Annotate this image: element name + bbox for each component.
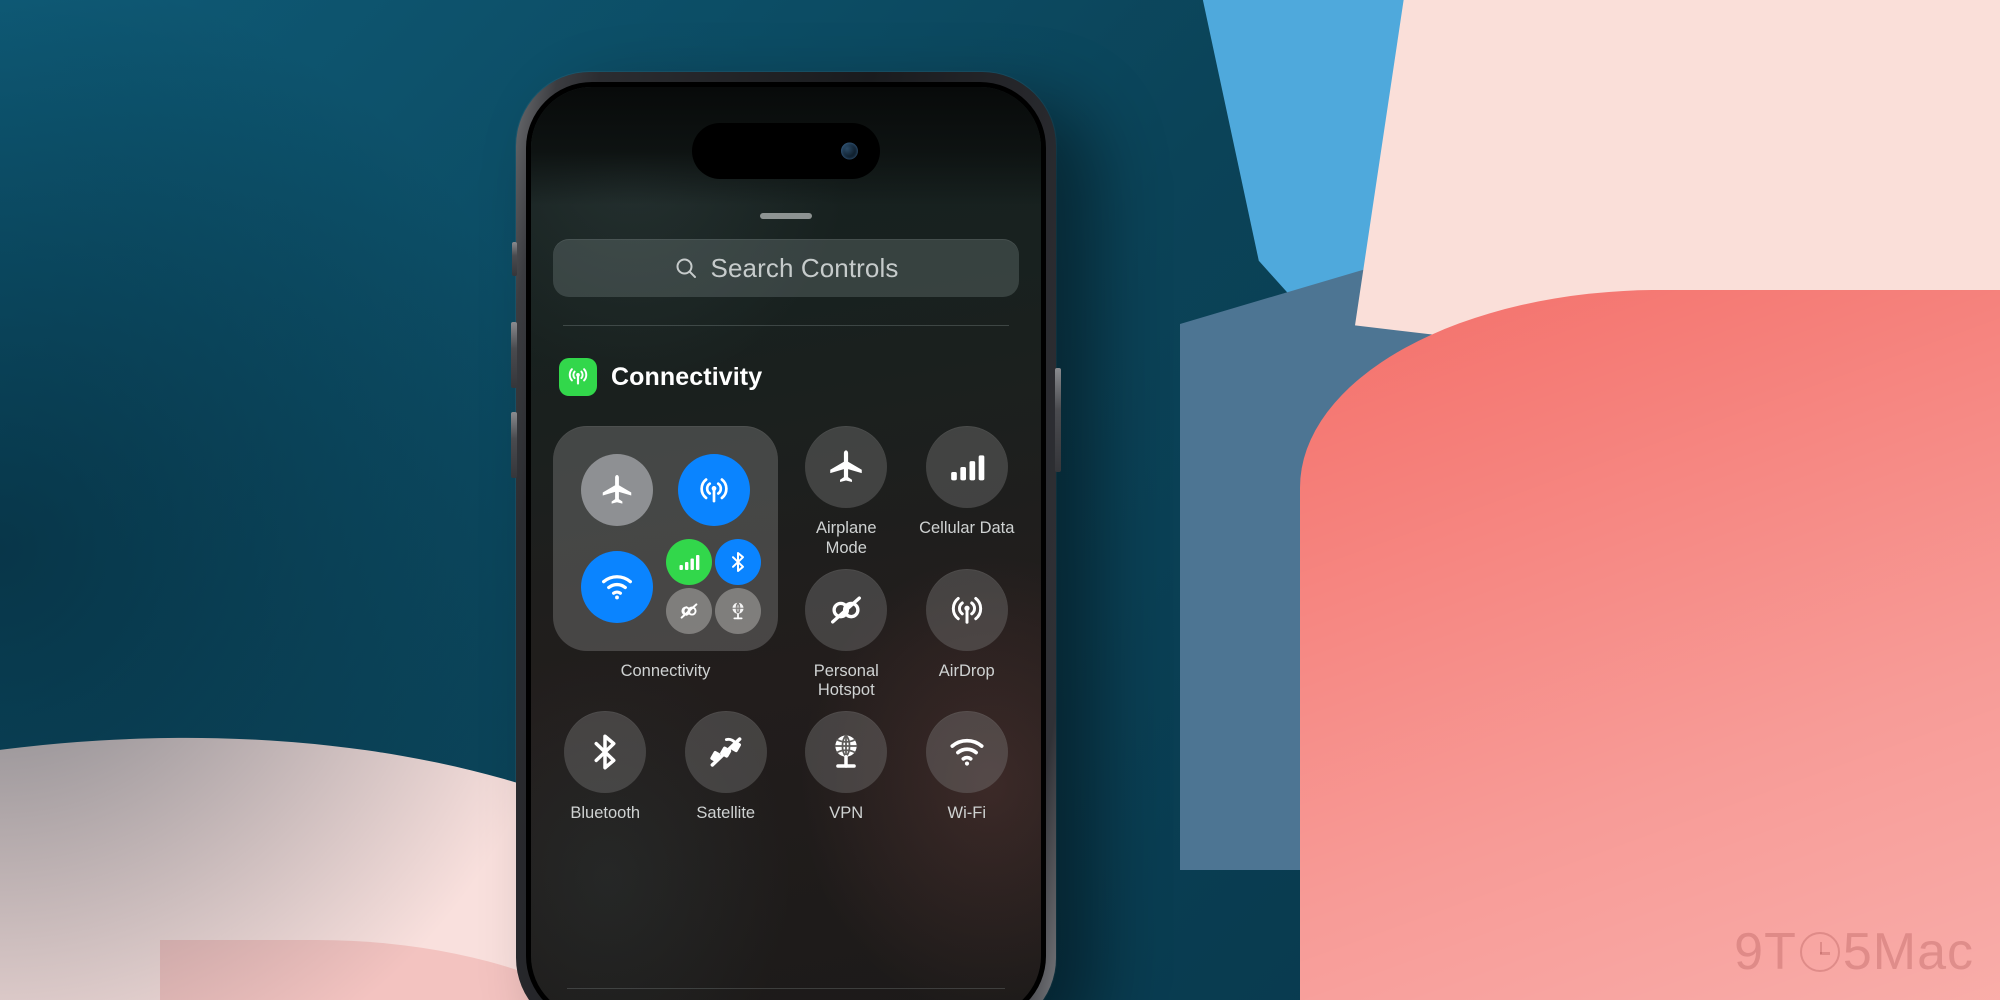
silence-switch[interactable] bbox=[512, 242, 517, 276]
controls-grid: Connectivity Airplane Mode Cellular Data… bbox=[553, 426, 1019, 824]
phone-bezel: Search Controls Connectivity Connectivit… bbox=[526, 82, 1046, 1000]
airplane-icon bbox=[581, 454, 654, 527]
vpn-toggle[interactable] bbox=[715, 588, 762, 635]
bluetooth-icon bbox=[584, 731, 626, 773]
dynamic-island bbox=[692, 123, 880, 179]
cellular-bars-icon bbox=[666, 539, 713, 586]
personal-hotspot-control[interactable]: Personal Hotspot bbox=[794, 568, 899, 702]
bluetooth-icon bbox=[715, 539, 762, 586]
airdrop-icon bbox=[677, 454, 750, 527]
section-title: Connectivity bbox=[611, 362, 763, 391]
connectivity-widget[interactable]: Connectivity bbox=[553, 426, 778, 701]
watermark-text-before: 9T bbox=[1734, 923, 1797, 981]
airplane-mode-label: Airplane Mode bbox=[815, 519, 877, 557]
vpn-globe-icon bbox=[715, 588, 762, 635]
cellular-bars-icon bbox=[947, 447, 987, 487]
wifi-icon bbox=[581, 550, 654, 623]
wifi-control[interactable]: Wi-Fi bbox=[915, 711, 1020, 824]
satellite-tile[interactable] bbox=[684, 711, 767, 794]
personal-hotspot-tile[interactable] bbox=[805, 568, 888, 651]
personal-hotspot-label: Personal Hotspot bbox=[813, 661, 879, 700]
watermark: 9T 5Mac bbox=[1734, 922, 1974, 982]
cellular-data-label: Cellular Data bbox=[919, 519, 1015, 537]
satellite-label: Satellite bbox=[696, 804, 756, 823]
airdrop-icon bbox=[946, 589, 988, 631]
cellular-data-control[interactable]: Cellular Data bbox=[915, 426, 1020, 559]
vpn-globe-icon bbox=[825, 731, 867, 773]
bluetooth-control[interactable]: Bluetooth bbox=[553, 711, 658, 824]
phone-screen: Search Controls Connectivity Connectivit… bbox=[531, 87, 1041, 1000]
bluetooth-label: Bluetooth bbox=[570, 804, 641, 823]
wifi-label: Wi-Fi bbox=[947, 804, 986, 823]
wallpaper-salmon-gradient bbox=[1300, 290, 2000, 1000]
vpn-label: VPN bbox=[829, 804, 864, 823]
airplane-mode-control[interactable]: Airplane Mode bbox=[794, 426, 899, 559]
airplane-icon bbox=[825, 446, 867, 488]
airdrop-label: AirDrop bbox=[938, 661, 995, 680]
search-input[interactable]: Search Controls bbox=[553, 239, 1019, 297]
satellite-slash-icon bbox=[705, 731, 747, 773]
wifi-tile[interactable] bbox=[925, 711, 1008, 794]
airdrop-toggle[interactable] bbox=[666, 442, 763, 539]
bluetooth-tile[interactable] bbox=[564, 711, 647, 794]
wifi-icon bbox=[946, 731, 988, 773]
iphone-device: Search Controls Connectivity Connectivit… bbox=[511, 72, 1061, 1000]
wifi-toggle[interactable] bbox=[569, 539, 666, 636]
drag-handle[interactable] bbox=[760, 213, 812, 219]
bottom-divider bbox=[567, 988, 1005, 989]
personal-hotspot-toggle[interactable] bbox=[666, 588, 713, 635]
personal-hotspot-slash-icon bbox=[825, 589, 867, 631]
satellite-control[interactable]: Satellite bbox=[674, 711, 779, 824]
section-divider bbox=[563, 325, 1009, 326]
vpn-control[interactable]: VPN bbox=[794, 711, 899, 824]
connectivity-sub-toggles bbox=[666, 539, 763, 636]
vpn-tile[interactable] bbox=[805, 711, 888, 794]
cellular-data-toggle[interactable] bbox=[666, 539, 713, 586]
section-header: Connectivity bbox=[559, 358, 1013, 396]
airdrop-control[interactable]: AirDrop bbox=[915, 568, 1020, 702]
power-button[interactable] bbox=[1055, 368, 1061, 472]
connectivity-icon bbox=[559, 358, 597, 396]
watermark-text-after: 5Mac bbox=[1842, 923, 1974, 981]
airdrop-tile[interactable] bbox=[925, 568, 1008, 651]
control-center: Search Controls Connectivity Connectivit… bbox=[531, 87, 1041, 1000]
connectivity-widget-box bbox=[553, 426, 778, 651]
cellular-data-tile[interactable] bbox=[925, 426, 1008, 508]
personal-hotspot-slash-icon bbox=[666, 588, 713, 635]
volume-up-button[interactable] bbox=[511, 322, 517, 388]
clock-icon bbox=[1799, 932, 1840, 972]
search-icon bbox=[674, 256, 698, 280]
front-camera-icon bbox=[841, 142, 858, 160]
airplane-mode-toggle[interactable] bbox=[569, 442, 666, 539]
volume-down-button[interactable] bbox=[511, 412, 517, 478]
bluetooth-toggle[interactable] bbox=[715, 539, 762, 586]
airplane-mode-tile[interactable] bbox=[805, 426, 888, 508]
search-placeholder: Search Controls bbox=[710, 252, 899, 283]
connectivity-widget-label: Connectivity bbox=[620, 662, 711, 680]
